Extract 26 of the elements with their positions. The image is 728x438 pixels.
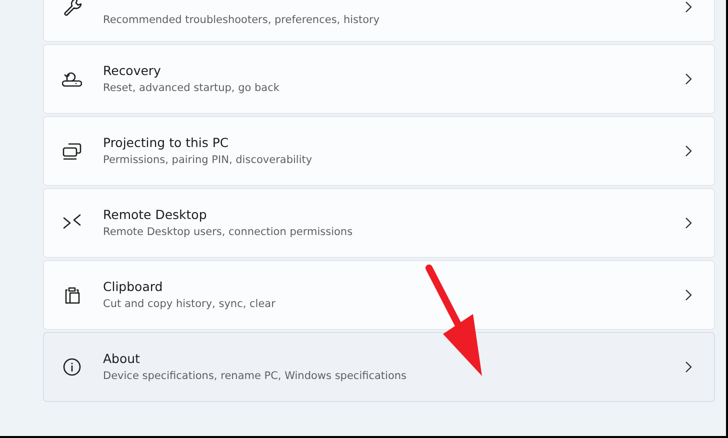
item-description: Device specifications, rename PC, Windows specifications [103,369,408,383]
item-description: Cut and copy history, sync, clear [103,297,276,311]
chevron-right-icon [685,145,692,157]
item-title: About [103,351,141,367]
item-description: Permissions, pairing PIN, discoverability [103,153,314,167]
settings-item[interactable]: Recovery Reset, advanced startup, go back [43,44,715,114]
item-title: Recovery [103,63,162,79]
item-description: Reset, advanced startup, go back [103,81,280,95]
settings-item[interactable]: Clipboard Cut and copy history, sync, clear [43,260,715,330]
chevron-right-icon [685,73,692,85]
settings-item[interactable]: Recommended troubleshooters, preferences, history [43,0,715,42]
item-title: Clipboard [103,279,164,295]
wrench-icon [62,0,82,17]
settings-item[interactable]: Remote Desktop Remote Desktop users, connection permissions [43,188,715,258]
chevron-right-icon [685,361,692,373]
item-title: Remote Desktop [103,207,208,223]
settings-item[interactable]: Projecting to this PC Permissions, pairing PIN, discoverability [43,116,715,186]
screens-icon [62,141,82,161]
chevron-right-icon [685,1,692,13]
chevron-right-icon [685,289,692,301]
settings-item[interactable]: About Device specifications, rename PC, Windows specifications [43,332,715,402]
info-icon [62,357,82,377]
item-description: Recommended troubleshooters, preferences, history [103,13,381,27]
item-description: Remote Desktop users, connection permissions [103,225,354,239]
chevron-right-icon [685,217,692,229]
item-title: Projecting to this PC [103,135,230,151]
